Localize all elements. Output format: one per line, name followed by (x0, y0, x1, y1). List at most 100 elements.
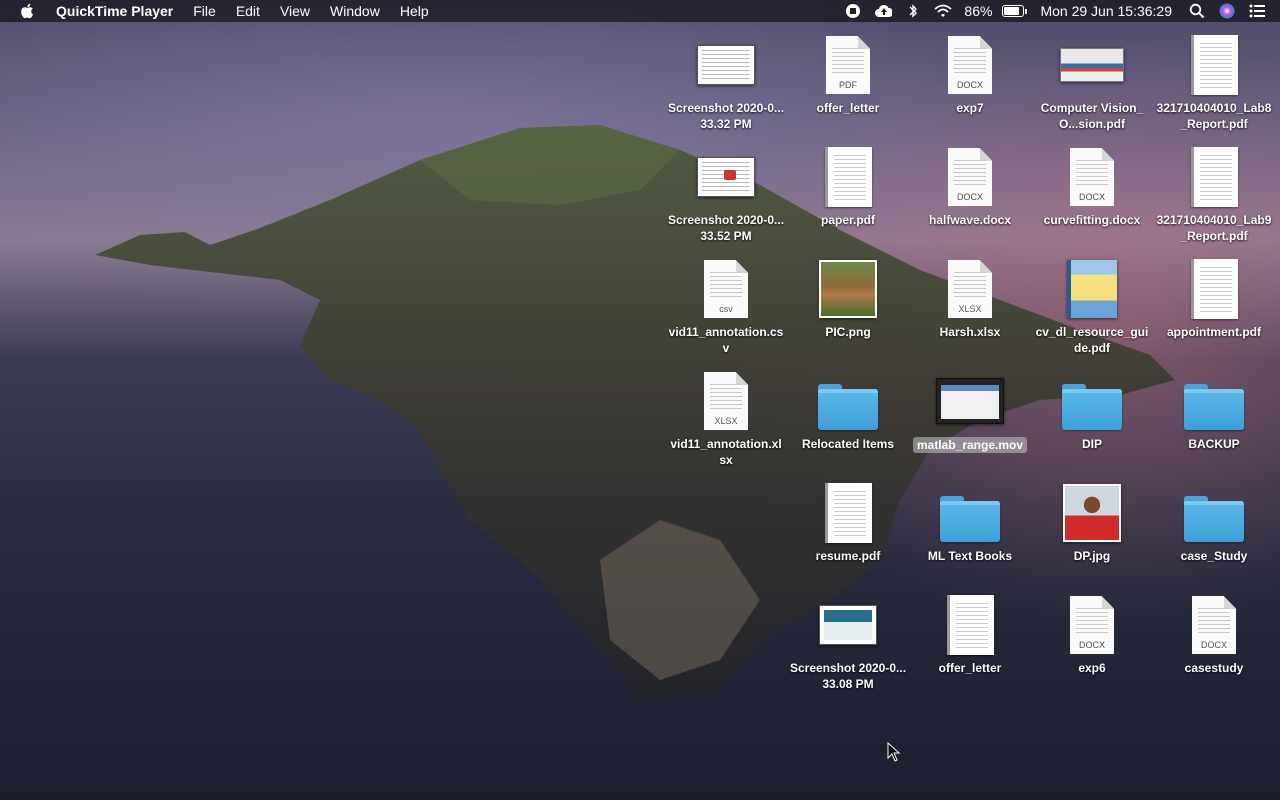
desktop-icon-label: PIC.png (825, 325, 871, 339)
desktop-icon-paper-pdf[interactable]: paper.pdf (787, 142, 909, 228)
file-extension-badge: XLSX (714, 416, 738, 426)
desktop-icon-casestudy[interactable]: DOCX casestudy (1153, 590, 1275, 676)
desktop-icon-label: halfwave.docx (928, 213, 1012, 227)
battery-level (1004, 7, 1020, 15)
document-icon: XLSX (948, 260, 992, 318)
desktop-icon-ml-text-books[interactable]: ML Text Books (909, 478, 1031, 564)
document-icon: PDF (826, 36, 870, 94)
desktop-icon-matlab-range-mov[interactable]: matlab_range.mov (909, 366, 1031, 454)
menu-file[interactable]: File (183, 0, 226, 22)
desktop-icon-label: exp6 (1078, 661, 1106, 675)
folder-icon (1184, 384, 1244, 430)
document-icon: DOCX (1192, 596, 1236, 654)
folder-icon (1062, 384, 1122, 430)
pdf-thumbnail-icon (1060, 48, 1124, 82)
menu-window[interactable]: Window (320, 0, 390, 22)
screenshot-thumbnail-icon (697, 157, 755, 197)
desktop-icon-label: curvefitting.docx (1043, 213, 1141, 227)
desktop-icon-label: BACKUP (1188, 437, 1240, 451)
document-icon: csv (704, 260, 748, 318)
desktop-icon-exp7[interactable]: DOCX exp7 (909, 30, 1031, 116)
desktop-icon-screenshot-2020-0-33-52-pm[interactable]: Screenshot 2020-0...33.52 PM (665, 142, 787, 244)
pdf-cover-thumbnail-icon (1067, 260, 1117, 318)
mouse-cursor-icon (887, 742, 901, 762)
bluetooth-icon[interactable] (904, 3, 922, 19)
desktop-icon-321710404010-lab8-report-pdf[interactable]: 321710404010_Lab8_Report.pdf (1153, 30, 1275, 132)
desktop-icon-label: vid11_annotation.csv (668, 325, 784, 355)
desktop-icon-screenshot-2020-0-33-32-pm[interactable]: Screenshot 2020-0...33.32 PM (665, 30, 787, 132)
desktop-icon-dip[interactable]: DIP (1031, 366, 1153, 452)
desktop-icon-case-study[interactable]: case_Study (1153, 478, 1275, 564)
file-extension-badge: csv (719, 304, 733, 314)
desktop-icon-label: Screenshot 2020-0...33.32 PM (667, 101, 785, 131)
app-menu-quicktime[interactable]: QuickTime Player (50, 0, 183, 22)
screenshot-thumbnail-icon (819, 605, 877, 645)
desktop-icon-harsh-xlsx[interactable]: XLSX Harsh.xlsx (909, 254, 1031, 340)
desktop-icon-label: casestudy (1184, 661, 1244, 675)
desktop-icon-label: offer_letter (816, 101, 880, 115)
file-extension-badge: DOCX (1200, 640, 1227, 650)
apple-menu-icon[interactable] (20, 3, 36, 19)
desktop-icon-exp6[interactable]: DOCX exp6 (1031, 590, 1153, 676)
desktop-icon-label: case_Study (1180, 549, 1248, 563)
desktop-icon-label: ML Text Books (927, 549, 1013, 563)
video-thumbnail-icon (936, 378, 1004, 424)
desktop-icon-offer-letter[interactable]: offer_letter (909, 590, 1031, 676)
pdf-document-icon (824, 483, 872, 543)
clock[interactable]: Mon 29 Jun 15:36:29 (1040, 3, 1172, 19)
desktop-icon-label: paper.pdf (820, 213, 875, 227)
desktop-icon-label: cv_dl_resource_guide.pdf (1035, 325, 1149, 355)
folder-icon (940, 496, 1000, 542)
pdf-document-icon (946, 595, 994, 655)
file-extension-badge: DOCX (956, 192, 983, 202)
document-icon: DOCX (948, 36, 992, 94)
pdf-document-icon (824, 147, 872, 207)
desktop-icon-halfwave-docx[interactable]: DOCX halfwave.docx (909, 142, 1031, 228)
file-extension-badge: XLSX (958, 304, 982, 314)
desktop-icon-vid11-annotation-xlsx[interactable]: XLSX vid11_annotation.xlsx (665, 366, 787, 468)
desktop-icon-resume-pdf[interactable]: resume.pdf (787, 478, 909, 564)
file-extension-badge: DOCX (956, 80, 983, 90)
desktop-icon-321710404010-lab9-report-pdf[interactable]: 321710404010_Lab9_Report.pdf (1153, 142, 1275, 244)
wifi-icon[interactable] (934, 3, 953, 19)
file-extension-badge: DOCX (1078, 640, 1105, 650)
desktop-icon-label: Screenshot 2020-0...33.52 PM (667, 213, 785, 243)
desktop-icon-backup[interactable]: BACKUP (1153, 366, 1275, 452)
desktop-icon-label: offer_letter (938, 661, 1002, 675)
desktop-icon-dp-jpg[interactable]: DP.jpg (1031, 478, 1153, 564)
desktop-icon-curvefitting-docx[interactable]: DOCX curvefitting.docx (1031, 142, 1153, 228)
desktop-icon-label: 321710404010_Lab8_Report.pdf (1156, 101, 1272, 131)
desktop-icon-label: vid11_annotation.xlsx (670, 437, 782, 467)
desktop-icon-cv-dl-resource-guide-pdf[interactable]: cv_dl_resource_guide.pdf (1031, 254, 1153, 356)
image-thumbnail-icon (819, 260, 877, 318)
file-extension-badge: DOCX (1078, 192, 1105, 202)
menu-bar: QuickTime Player File Edit View Window H… (0, 0, 1280, 22)
menu-view[interactable]: View (270, 0, 320, 22)
record-stop-icon[interactable] (844, 3, 862, 19)
screenshot-thumbnail-icon (697, 45, 755, 85)
desktop-icon-label: resume.pdf (815, 549, 881, 563)
desktop-icon-vid11-annotation-csv[interactable]: csv vid11_annotation.csv (665, 254, 787, 356)
desktop-icon-label: Harsh.xlsx (939, 325, 1001, 339)
desktop-icon-appointment-pdf[interactable]: appointment.pdf (1153, 254, 1275, 340)
desktop-icon-computer-vision-o-sion-pdf[interactable]: Computer Vision_O...sion.pdf (1031, 30, 1153, 132)
desktop-icon-label: appointment.pdf (1167, 325, 1261, 339)
desktop-icon-pic-png[interactable]: PIC.png (787, 254, 909, 340)
battery-icon[interactable] (1002, 5, 1028, 17)
image-thumbnail-icon (1063, 484, 1121, 542)
desktop-icon-label: Computer Vision_O...sion.pdf (1040, 101, 1144, 131)
menu-help[interactable]: Help (390, 0, 439, 22)
document-icon: DOCX (948, 148, 992, 206)
document-icon: DOCX (1070, 148, 1114, 206)
desktop-icon-relocated-items[interactable]: Relocated Items (787, 366, 909, 452)
folder-icon (1184, 496, 1244, 542)
battery-percent[interactable]: 86% (964, 3, 992, 19)
desktop-icon-offer-letter[interactable]: PDF offer_letter (787, 30, 909, 116)
siri-icon[interactable] (1218, 3, 1236, 19)
desktop-icon-screenshot-2020-0-33-08-pm[interactable]: Screenshot 2020-0...33.08 PM (787, 590, 909, 692)
search-icon[interactable] (1188, 3, 1206, 19)
menu-edit[interactable]: Edit (226, 0, 270, 22)
control-center-icon[interactable] (1248, 3, 1266, 19)
cloud-upload-icon[interactable] (874, 3, 893, 19)
desktop-icon-label: exp7 (956, 101, 984, 115)
